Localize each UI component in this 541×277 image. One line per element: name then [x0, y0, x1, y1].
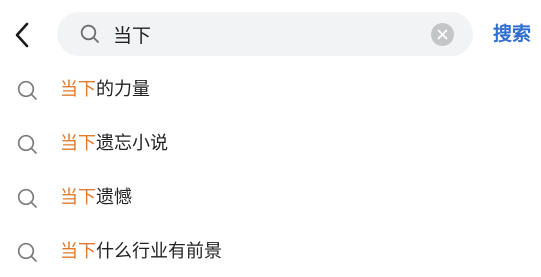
suggestion-rest: 遗憾 [96, 187, 132, 208]
back-button[interactable] [8, 18, 36, 52]
clear-icon [437, 29, 448, 40]
suggestion-item[interactable]: 当下遗忘小说 [0, 117, 541, 171]
suggestion-item[interactable]: 当下的力量 [0, 63, 541, 117]
search-icon [17, 134, 37, 154]
suggestion-rest: 什么行业有前景 [96, 241, 222, 262]
search-icon [17, 188, 37, 208]
clear-button[interactable] [431, 23, 454, 46]
suggestion-match: 当下 [60, 79, 96, 100]
suggestion-text: 当下什么行业有前景 [60, 238, 222, 266]
suggestion-text: 当下遗忘小说 [60, 130, 168, 158]
search-box[interactable] [57, 12, 473, 56]
suggestion-rest: 的力量 [96, 79, 150, 100]
suggestion-rest: 遗忘小说 [96, 133, 168, 154]
suggestion-item[interactable]: 当下什么行业有前景 [0, 225, 541, 277]
search-input[interactable] [113, 12, 413, 56]
suggestion-text: 当下遗憾 [60, 184, 132, 212]
search-page: 搜索 当下的力量 当下遗忘小说 当下遗憾 [0, 0, 541, 277]
search-icon [80, 24, 99, 43]
search-icon [17, 242, 37, 262]
search-icon [17, 80, 37, 100]
suggestion-match: 当下 [60, 241, 96, 262]
suggestion-text: 当下的力量 [60, 76, 150, 104]
suggestion-item[interactable]: 当下遗憾 [0, 171, 541, 225]
search-button[interactable]: 搜索 [493, 19, 531, 49]
chevron-left-icon [15, 22, 29, 48]
suggestion-match: 当下 [60, 187, 96, 208]
suggestion-list: 当下的力量 当下遗忘小说 当下遗憾 当下什么行业有前景 [0, 63, 541, 277]
suggestion-match: 当下 [60, 133, 96, 154]
